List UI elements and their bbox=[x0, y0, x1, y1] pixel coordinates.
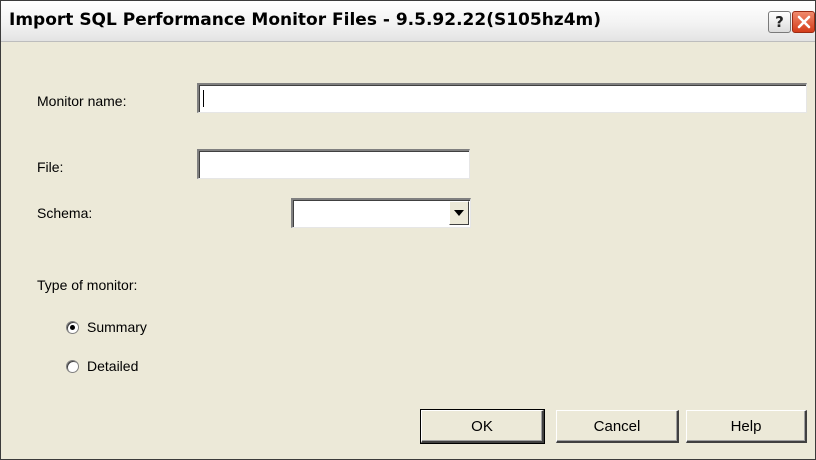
summary-radio[interactable] bbox=[66, 321, 79, 334]
close-button[interactable] bbox=[792, 11, 815, 33]
schema-select[interactable] bbox=[291, 198, 471, 228]
schema-label: Schema: bbox=[37, 205, 93, 221]
ok-button[interactable]: OK bbox=[420, 409, 545, 444]
help-button[interactable]: Help bbox=[686, 410, 807, 443]
close-icon bbox=[797, 15, 810, 29]
radio-selected-dot bbox=[70, 325, 75, 330]
cancel-button[interactable]: Cancel bbox=[556, 410, 679, 443]
file-input[interactable] bbox=[197, 149, 470, 179]
file-label: File: bbox=[37, 159, 64, 175]
detailed-radio[interactable] bbox=[66, 360, 79, 373]
monitor-name-input[interactable] bbox=[197, 83, 807, 113]
title-bar[interactable]: Import SQL Performance Monitor Files - 9… bbox=[1, 1, 815, 42]
dialog-title: Import SQL Performance Monitor Files - 9… bbox=[9, 10, 602, 30]
monitor-name-label: Monitor name: bbox=[37, 93, 127, 109]
type-of-monitor-label: Type of monitor: bbox=[37, 277, 138, 293]
summary-radio-label[interactable]: Summary bbox=[87, 319, 147, 335]
detailed-radio-label[interactable]: Detailed bbox=[87, 358, 138, 374]
schema-dropdown-button[interactable] bbox=[449, 201, 469, 225]
question-mark-icon: ? bbox=[775, 13, 784, 31]
import-dialog: Import SQL Performance Monitor Files - 9… bbox=[0, 0, 816, 460]
help-title-button[interactable]: ? bbox=[768, 11, 791, 33]
text-caret bbox=[203, 90, 204, 107]
chevron-down-icon bbox=[454, 210, 464, 216]
